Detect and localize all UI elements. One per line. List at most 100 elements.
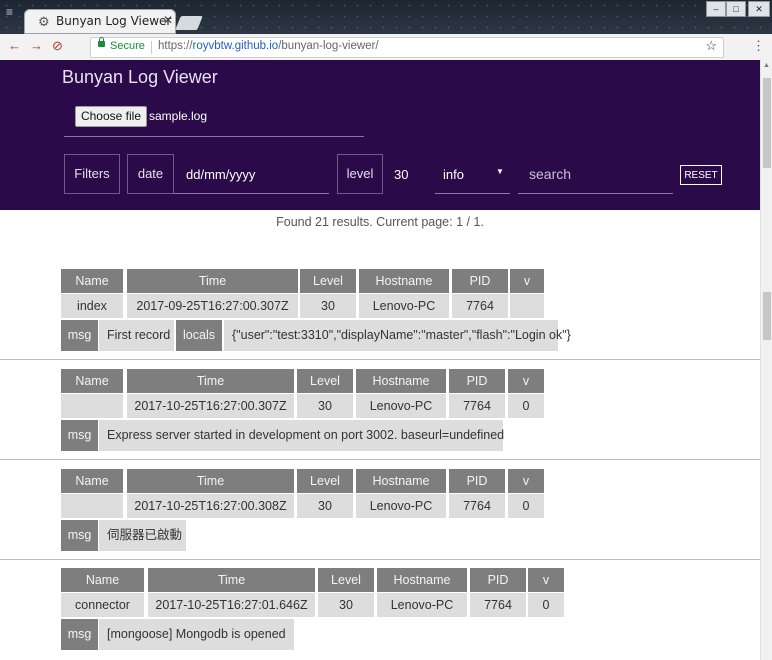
selected-file-name: sample.log bbox=[149, 109, 208, 123]
column-header-time: Time bbox=[148, 568, 315, 592]
scroll-up-icon[interactable]: ▲ bbox=[763, 62, 770, 69]
tab-title: Bunyan Log Viewer bbox=[56, 14, 172, 28]
cell-v bbox=[510, 294, 544, 318]
record-divider bbox=[0, 559, 760, 560]
cell-hostname: Lenovo-PC bbox=[356, 494, 446, 518]
column-header-level: Level bbox=[297, 369, 353, 393]
url-scheme: https:// bbox=[158, 40, 193, 52]
date-label: date bbox=[127, 154, 174, 194]
level-select[interactable]: info ▼ bbox=[435, 154, 510, 194]
level-select-value: info bbox=[443, 167, 464, 182]
maximize-button[interactable]: □ bbox=[726, 1, 746, 17]
date-input[interactable]: dd/mm/yyyy bbox=[174, 154, 329, 194]
field-key: msg bbox=[61, 520, 98, 551]
url-host: royvbtw.github.io bbox=[192, 40, 279, 52]
address-bar[interactable]: Secure https://royvbtw.github.io/bunyan-… bbox=[90, 37, 724, 58]
column-header-time: Time bbox=[127, 369, 294, 393]
column-header-hostname: Hostname bbox=[356, 369, 446, 393]
field-value: First record bbox=[99, 320, 174, 351]
column-header-v: v bbox=[528, 568, 564, 592]
column-header-name: Name bbox=[61, 269, 123, 293]
scrollbar-marker bbox=[763, 292, 771, 340]
field-value: 伺服器已啟動 bbox=[99, 520, 186, 551]
column-header-level: Level bbox=[318, 568, 374, 592]
scrollbar-thumb[interactable] bbox=[763, 78, 771, 168]
stop-icon[interactable]: ⊘ bbox=[52, 38, 63, 54]
cell-time: 2017-09-25T16:27:00.307Z bbox=[127, 294, 298, 318]
cell-time: 2017-10-25T16:27:00.308Z bbox=[127, 494, 294, 518]
column-header-pid: PID bbox=[449, 469, 505, 493]
cell-name bbox=[61, 394, 123, 418]
new-tab-button[interactable] bbox=[175, 16, 203, 30]
search-placeholder: search bbox=[529, 166, 572, 182]
level-value-input[interactable]: 30 bbox=[394, 167, 408, 182]
cell-time: 2017-10-25T16:27:01.646Z bbox=[148, 593, 315, 617]
column-header-v: v bbox=[508, 469, 544, 493]
browser-toolbar: ← → ⊘ Secure https://royvbtw.github.io/b… bbox=[0, 34, 772, 61]
browser-tab[interactable]: ⚙ Bunyan Log Viewer ✕ bbox=[24, 9, 176, 34]
results-summary: Found 21 results. Current page: 1 / 1. bbox=[276, 215, 484, 229]
column-header-level: Level bbox=[300, 269, 356, 293]
cell-name bbox=[61, 494, 123, 518]
cell-v: 0 bbox=[508, 394, 544, 418]
url-text[interactable]: https://royvbtw.github.io/bunyan-log-vie… bbox=[158, 40, 379, 52]
cell-level: 30 bbox=[297, 394, 353, 418]
column-header-pid: PID bbox=[452, 269, 508, 293]
cell-pid: 7764 bbox=[452, 294, 508, 318]
chevron-down-icon: ▼ bbox=[496, 167, 504, 176]
column-header-hostname: Hostname bbox=[359, 269, 449, 293]
field-key: locals bbox=[176, 320, 222, 351]
cell-hostname: Lenovo-PC bbox=[377, 593, 467, 617]
cell-hostname: Lenovo-PC bbox=[356, 394, 446, 418]
tab-close-icon[interactable]: ✕ bbox=[163, 13, 173, 27]
cell-level: 30 bbox=[300, 294, 356, 318]
field-key: msg bbox=[61, 320, 98, 351]
field-key: msg bbox=[61, 420, 98, 451]
column-header-pid: PID bbox=[470, 568, 526, 592]
cell-v: 0 bbox=[508, 494, 544, 518]
address-separator bbox=[151, 41, 152, 54]
cell-pid: 7764 bbox=[449, 494, 505, 518]
secure-label: Secure bbox=[110, 40, 145, 52]
field-value: [mongoose] Mongodb is opened bbox=[99, 619, 294, 650]
search-input[interactable]: search bbox=[518, 154, 673, 194]
cell-hostname: Lenovo-PC bbox=[359, 294, 449, 318]
filters-button[interactable]: Filters bbox=[64, 154, 120, 194]
window-menu-icon[interactable]: ≡ bbox=[6, 5, 13, 19]
column-header-name: Name bbox=[61, 568, 144, 592]
page-scrollbar[interactable]: ▲ bbox=[760, 60, 772, 660]
lock-icon bbox=[98, 37, 105, 47]
cell-level: 30 bbox=[297, 494, 353, 518]
column-header-v: v bbox=[508, 369, 544, 393]
column-header-pid: PID bbox=[449, 369, 505, 393]
field-key: msg bbox=[61, 619, 98, 650]
field-value: Express server started in development on… bbox=[99, 420, 504, 451]
cell-time: 2017-10-25T16:27:00.307Z bbox=[127, 394, 294, 418]
bookmark-star-icon[interactable]: ☆ bbox=[705, 38, 717, 54]
close-window-button[interactable]: ✕ bbox=[748, 1, 770, 17]
tab-favicon-icon: ⚙ bbox=[38, 14, 50, 29]
cell-name: index bbox=[61, 294, 123, 318]
column-header-name: Name bbox=[61, 369, 123, 393]
reset-button[interactable]: RESET bbox=[680, 165, 722, 185]
column-header-time: Time bbox=[127, 269, 298, 293]
cell-pid: 7764 bbox=[449, 394, 505, 418]
choose-file-button[interactable]: Choose file bbox=[75, 106, 147, 127]
column-header-hostname: Hostname bbox=[356, 469, 446, 493]
minimize-button[interactable]: – bbox=[706, 1, 726, 17]
record-divider bbox=[0, 359, 760, 360]
field-value: {"user":"test:3310","displayName":"maste… bbox=[224, 320, 571, 351]
browser-menu-icon[interactable]: ⋮ bbox=[752, 38, 765, 54]
column-header-hostname: Hostname bbox=[377, 568, 467, 592]
forward-icon[interactable]: → bbox=[30, 38, 43, 53]
app-title: Bunyan Log Viewer bbox=[62, 67, 218, 87]
column-header-v: v bbox=[510, 269, 544, 293]
level-label: level bbox=[337, 154, 383, 194]
cell-v: 0 bbox=[528, 593, 564, 617]
cell-pid: 7764 bbox=[470, 593, 526, 617]
column-header-level: Level bbox=[297, 469, 353, 493]
file-input-underline bbox=[64, 136, 364, 137]
back-icon[interactable]: ← bbox=[8, 38, 21, 53]
cell-level: 30 bbox=[318, 593, 374, 617]
column-header-time: Time bbox=[127, 469, 294, 493]
